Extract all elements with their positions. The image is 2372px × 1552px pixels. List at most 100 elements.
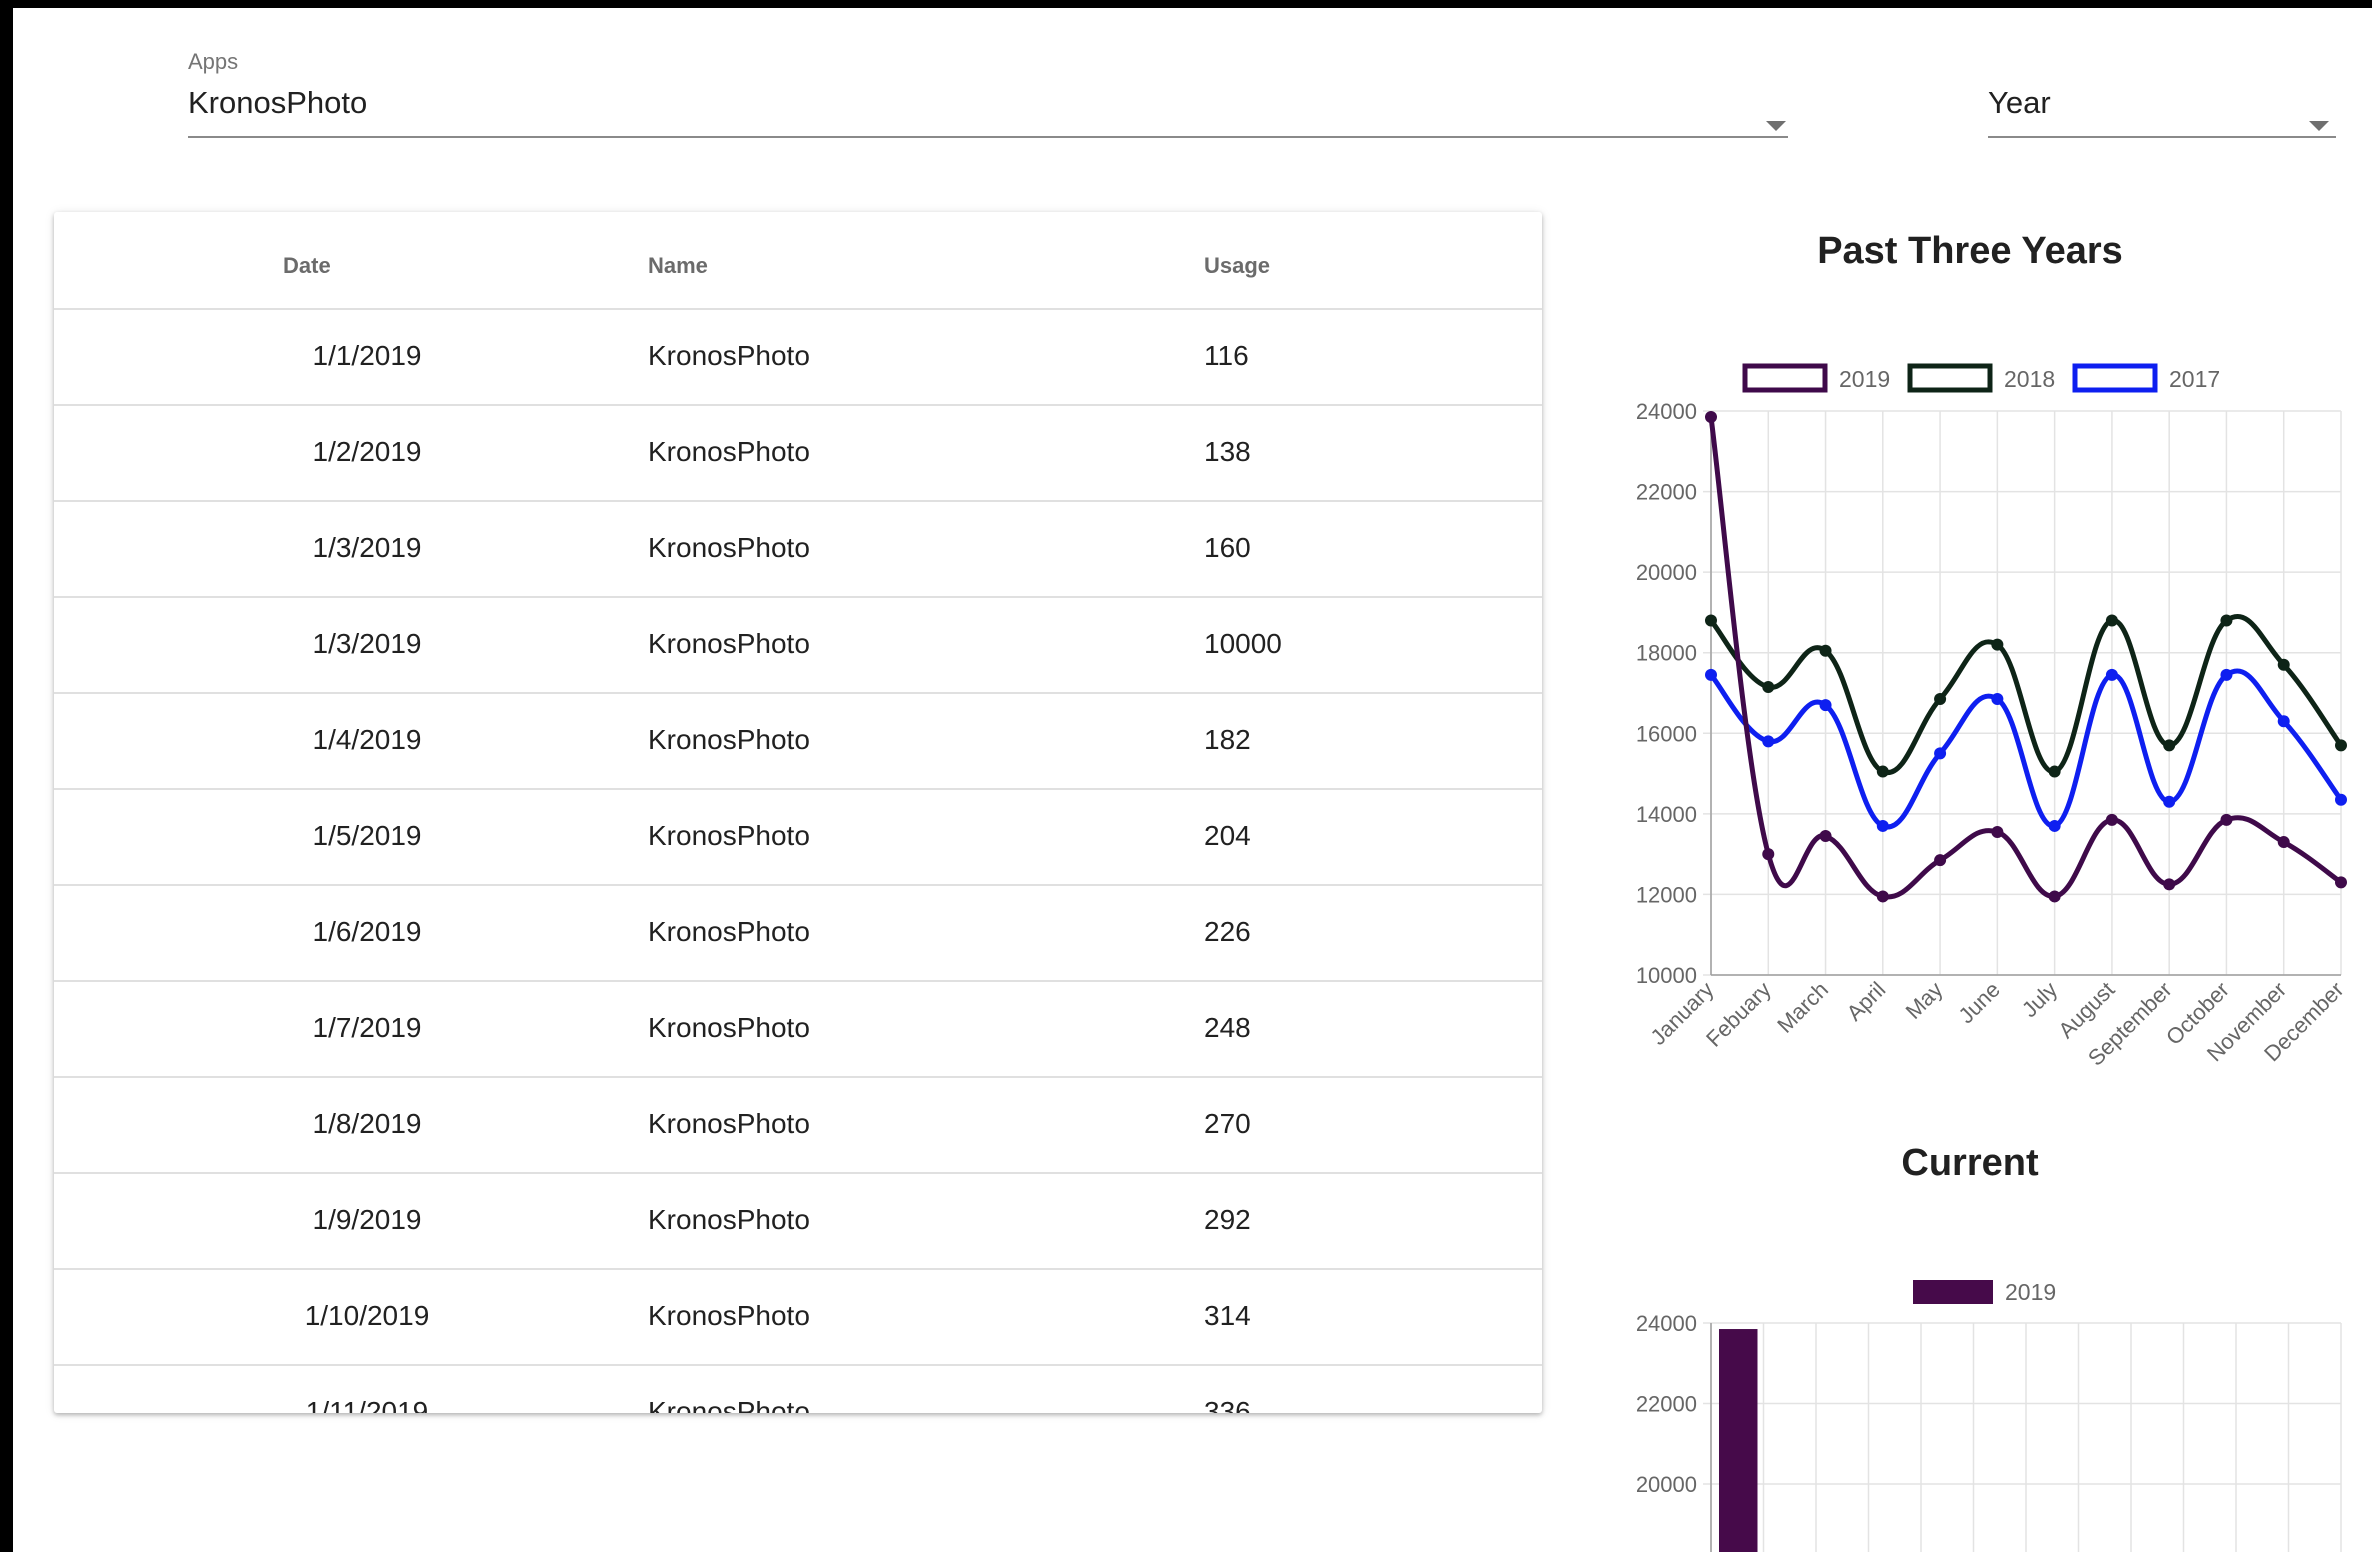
y-tick-label: 24000 bbox=[1636, 399, 1697, 424]
table-row[interactable]: 1/9/2019 KronosPhoto 292 bbox=[54, 1172, 1542, 1268]
table-row[interactable]: 1/3/2019 KronosPhoto 10000 bbox=[54, 596, 1542, 692]
usage-cell: 10000 bbox=[1204, 628, 1282, 659]
y-tick-label: 22000 bbox=[1636, 1392, 1697, 1417]
name-cell: KronosPhoto bbox=[648, 916, 810, 947]
data-point bbox=[2105, 813, 2118, 826]
name-cell: KronosPhoto bbox=[648, 1012, 810, 1043]
usage-cell: 226 bbox=[1204, 916, 1251, 947]
legend-label: 2017 bbox=[2169, 366, 2220, 392]
table-row[interactable]: 1/7/2019 KronosPhoto 248 bbox=[54, 980, 1542, 1076]
name-cell: KronosPhoto bbox=[648, 628, 810, 659]
table-row[interactable]: 1/1/2019 KronosPhoto 116 bbox=[54, 308, 1542, 404]
usage-cell: 248 bbox=[1204, 1012, 1251, 1043]
period-select[interactable]: Year bbox=[1988, 40, 2336, 138]
data-point bbox=[2163, 739, 2176, 752]
table-header: Date Name Usage bbox=[54, 212, 1542, 308]
table-row[interactable]: 1/4/2019 KronosPhoto 182 bbox=[54, 692, 1542, 788]
name-cell: KronosPhoto bbox=[648, 436, 810, 467]
usage-cell: 204 bbox=[1204, 820, 1251, 851]
data-point bbox=[2335, 876, 2347, 889]
bar bbox=[1719, 1329, 1758, 1552]
name-cell: KronosPhoto bbox=[648, 820, 810, 851]
y-tick-label: 16000 bbox=[1636, 721, 1697, 746]
date-cell: 1/4/2019 bbox=[312, 724, 422, 755]
column-header-date[interactable]: Date bbox=[283, 253, 331, 279]
x-tick-label: April bbox=[1842, 977, 1891, 1026]
usage-cell: 336 bbox=[1204, 1396, 1251, 1413]
column-header-usage[interactable]: Usage bbox=[1204, 253, 1270, 279]
data-point bbox=[1934, 854, 1947, 867]
x-tick-label: July bbox=[2017, 977, 2062, 1022]
table-row[interactable]: 1/6/2019 KronosPhoto 226 bbox=[54, 884, 1542, 980]
table-row[interactable]: 1/8/2019 KronosPhoto 270 bbox=[54, 1076, 1542, 1172]
usage-cell: 182 bbox=[1204, 724, 1251, 755]
apps-value: KronosPhoto bbox=[188, 85, 368, 120]
y-tick-label: 20000 bbox=[1636, 560, 1697, 585]
date-cell: 1/10/2019 bbox=[304, 1300, 430, 1331]
x-tick-label: March bbox=[1772, 977, 1833, 1038]
y-tick-label: 22000 bbox=[1636, 480, 1697, 505]
data-point bbox=[2163, 795, 2176, 808]
name-cell: KronosPhoto bbox=[648, 1204, 810, 1235]
data-point bbox=[1991, 693, 2004, 706]
table-row[interactable]: 1/2/2019 KronosPhoto 138 bbox=[54, 404, 1542, 500]
table-row[interactable]: 1/3/2019 KronosPhoto 160 bbox=[54, 500, 1542, 596]
name-cell: KronosPhoto bbox=[648, 340, 810, 371]
table-row[interactable]: 1/10/2019 KronosPhoto 314 bbox=[54, 1268, 1542, 1364]
x-tick-label: Febuary bbox=[1701, 977, 1776, 1052]
data-point bbox=[1934, 747, 1947, 760]
data-point bbox=[1705, 614, 1717, 627]
usage-cell: 314 bbox=[1204, 1300, 1251, 1331]
legend-swatch bbox=[1907, 363, 1993, 393]
data-point bbox=[2048, 890, 2061, 903]
column-header-name[interactable]: Name bbox=[648, 253, 708, 279]
data-point bbox=[1762, 680, 1775, 693]
data-point bbox=[1819, 699, 1832, 712]
usage-cell: 116 bbox=[1204, 340, 1249, 371]
data-point bbox=[2163, 878, 2176, 891]
legend-swatch bbox=[1742, 363, 1828, 393]
app-page: Apps KronosPhoto Year Date Name Usage 1/… bbox=[13, 8, 2372, 1552]
apps-label: Apps bbox=[188, 49, 239, 74]
line-chart-title: Past Three Years bbox=[1817, 230, 2123, 272]
date-cell: 1/3/2019 bbox=[312, 532, 422, 563]
data-point bbox=[1762, 735, 1775, 748]
data-point bbox=[2105, 614, 2118, 627]
name-cell: KronosPhoto bbox=[648, 1396, 810, 1413]
legend-swatch bbox=[1913, 1280, 1993, 1304]
y-tick-label: 12000 bbox=[1636, 882, 1697, 907]
usage-cell: 270 bbox=[1204, 1108, 1251, 1139]
apps-select[interactable]: Apps KronosPhoto bbox=[188, 40, 1788, 138]
name-cell: KronosPhoto bbox=[648, 532, 810, 563]
legend-label: 2018 bbox=[2004, 366, 2055, 392]
data-point bbox=[2277, 836, 2290, 849]
table-row[interactable]: 1/11/2019 KronosPhoto 336 bbox=[54, 1364, 1542, 1413]
data-point bbox=[1705, 668, 1717, 681]
data-point bbox=[1934, 693, 1947, 706]
date-cell: 1/8/2019 bbox=[312, 1108, 422, 1139]
data-point bbox=[2220, 668, 2233, 681]
data-point bbox=[2220, 813, 2233, 826]
data-point bbox=[2220, 614, 2233, 627]
date-cell: 1/5/2019 bbox=[312, 820, 422, 851]
data-point bbox=[2277, 658, 2290, 671]
data-point bbox=[1876, 819, 1889, 832]
y-tick-label: 18000 bbox=[1636, 641, 1697, 666]
date-cell: 1/9/2019 bbox=[312, 1204, 422, 1235]
y-tick-label: 10000 bbox=[1636, 963, 1697, 988]
data-point bbox=[1876, 765, 1889, 778]
data-point bbox=[1991, 825, 2004, 838]
y-tick-label: 14000 bbox=[1636, 802, 1697, 827]
date-cell: 1/3/2019 bbox=[312, 628, 422, 659]
date-cell: 1/11/2019 bbox=[305, 1396, 429, 1413]
name-cell: KronosPhoto bbox=[648, 1108, 810, 1139]
date-cell: 1/1/2019 bbox=[312, 340, 422, 371]
x-tick-label: May bbox=[1901, 977, 1948, 1024]
table-row[interactable]: 1/5/2019 KronosPhoto 204 bbox=[54, 788, 1542, 884]
usage-cell: 138 bbox=[1204, 436, 1251, 467]
usage-cell: 160 bbox=[1204, 532, 1251, 563]
data-point bbox=[2335, 793, 2347, 806]
y-tick-label: 24000 bbox=[1636, 1311, 1697, 1336]
series-line bbox=[1709, 668, 2344, 830]
date-cell: 1/6/2019 bbox=[312, 916, 422, 947]
